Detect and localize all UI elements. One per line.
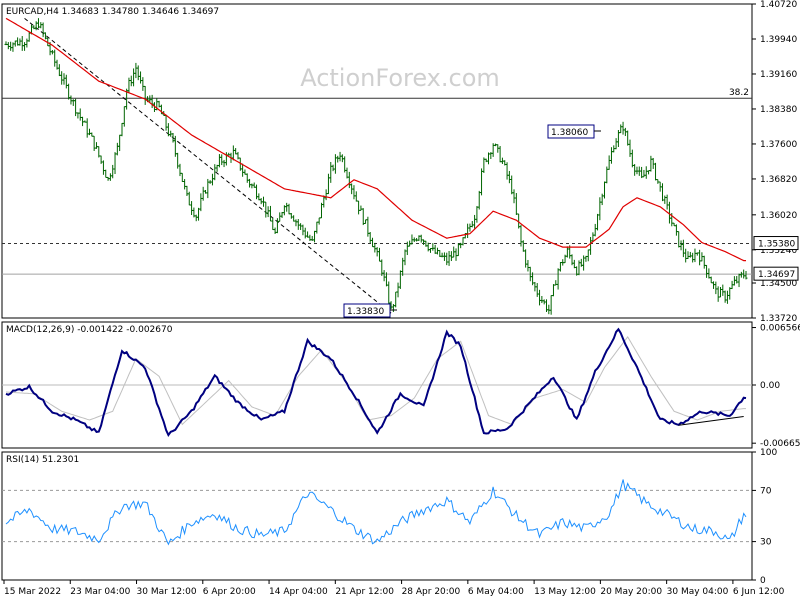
macd-line bbox=[5, 327, 747, 437]
downtrend-line bbox=[24, 17, 392, 314]
fib-level-label: 38.2 bbox=[729, 88, 749, 98]
x-tick-label: 21 Apr 12:00 bbox=[335, 587, 394, 597]
x-tick-label: 20 May 20:00 bbox=[600, 587, 662, 597]
price-tag: 1.34697 bbox=[758, 270, 795, 280]
x-tick-label: 14 Apr 04:00 bbox=[269, 587, 328, 597]
panel-frame-3 bbox=[1, 451, 753, 581]
rsi-y-tick-label: 0 bbox=[760, 576, 766, 586]
y-tick-label: 1.38380 bbox=[760, 105, 797, 115]
y-tick-label: 1.37600 bbox=[760, 140, 797, 150]
y-tick-label: 1.39940 bbox=[760, 35, 797, 45]
x-tick-label: 6 Apr 20:00 bbox=[203, 587, 256, 597]
macd-y-tick-label: 0.006566 bbox=[760, 324, 800, 334]
rsi-y-tick-label: 70 bbox=[760, 486, 772, 496]
y-tick-label: 1.36820 bbox=[760, 175, 797, 185]
rsi-y-tick-label: 100 bbox=[760, 448, 777, 458]
high-label: 1.38060 bbox=[551, 128, 588, 138]
x-tick-label: 28 Apr 20:00 bbox=[402, 587, 461, 597]
x-tick-label: 30 May 04:00 bbox=[667, 587, 729, 597]
macd-signal-line bbox=[5, 336, 746, 426]
x-tick-label: 30 Mar 12:00 bbox=[137, 587, 197, 597]
macd-title: MACD(12,26,9) -0.001422 -0.002670 bbox=[6, 325, 173, 335]
moving-average-line bbox=[5, 17, 746, 262]
panel-frame-1 bbox=[1, 3, 753, 319]
forex-chart: ActionForex.com 38.2 1.38060 1.33830 1.40720… bbox=[1, 0, 800, 597]
y-tick-label: 1.39160 bbox=[760, 70, 797, 80]
y-tick-label: 1.36020 bbox=[760, 211, 797, 221]
rsi-line bbox=[5, 479, 747, 546]
low-label: 1.33830 bbox=[347, 307, 384, 317]
x-tick-label: 13 May 12:00 bbox=[534, 587, 596, 597]
x-tick-label: 23 Mar 04:00 bbox=[70, 587, 130, 597]
y-tick-label: 1.40720 bbox=[760, 0, 797, 10]
x-tick-label: 15 Mar 2022 bbox=[4, 587, 61, 597]
watermark: ActionForex.com bbox=[300, 64, 500, 92]
y-tick-label: 1.33720 bbox=[760, 314, 797, 324]
main-title: EURCAD,H4 1.34683 1.34780 1.34646 1.3469… bbox=[6, 7, 219, 17]
rsi-title: RSI(14) 51.2301 bbox=[6, 455, 79, 465]
x-tick-label: 6 May 04:00 bbox=[468, 587, 524, 597]
macd-y-tick-label: 0.00 bbox=[760, 381, 780, 391]
rsi-y-tick-label: 30 bbox=[760, 538, 772, 548]
x-tick-label: 6 Jun 12:00 bbox=[733, 587, 785, 597]
level-tag: 1.35380 bbox=[758, 240, 795, 250]
